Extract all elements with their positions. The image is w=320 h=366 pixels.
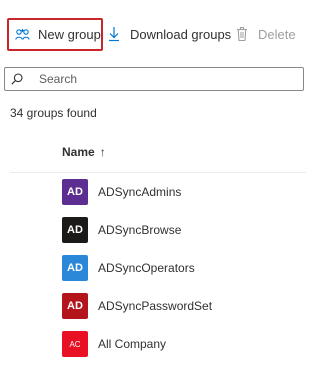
group-avatar: AD: [62, 293, 88, 319]
people-add-icon: [15, 28, 31, 42]
column-header-name[interactable]: Name ↑: [62, 145, 106, 159]
group-avatar: AD: [62, 217, 88, 243]
table-row[interactable]: AD ADSyncAdmins: [62, 179, 181, 205]
group-name[interactable]: ADSyncPasswordSet: [98, 299, 212, 313]
new-group-label: New group: [38, 27, 101, 42]
group-name[interactable]: ADSyncOperators: [98, 261, 195, 275]
group-name[interactable]: ADSyncBrowse: [98, 223, 181, 237]
column-header-label: Name: [62, 145, 95, 159]
search-box[interactable]: [4, 67, 304, 91]
table-row[interactable]: AD ADSyncPasswordSet: [62, 293, 212, 319]
download-groups-label: Download groups: [130, 26, 232, 42]
sort-ascending-icon: ↑: [99, 145, 106, 159]
search-icon: [11, 73, 23, 85]
group-avatar: AD: [62, 179, 88, 205]
download-groups-button[interactable]: Download groups: [108, 24, 231, 44]
table-row[interactable]: AD ADSyncBrowse: [62, 217, 181, 243]
table-row[interactable]: AC All Company: [62, 331, 166, 357]
command-bar: New group Download groups Delete: [0, 0, 306, 66]
result-count: 34 groups found: [10, 106, 97, 120]
group-name[interactable]: ADSyncAdmins: [98, 185, 181, 199]
delete-label: Delete: [258, 26, 296, 42]
header-divider: [10, 172, 306, 173]
new-group-button[interactable]: New group: [7, 18, 103, 51]
group-avatar: AC: [62, 331, 88, 357]
group-avatar: AD: [62, 255, 88, 281]
trash-icon: [236, 26, 248, 42]
download-icon: [108, 26, 120, 42]
table-row[interactable]: AD ADSyncOperators: [62, 255, 195, 281]
delete-button[interactable]: Delete: [236, 24, 296, 44]
group-name[interactable]: All Company: [98, 337, 166, 351]
search-input[interactable]: [37, 71, 281, 87]
